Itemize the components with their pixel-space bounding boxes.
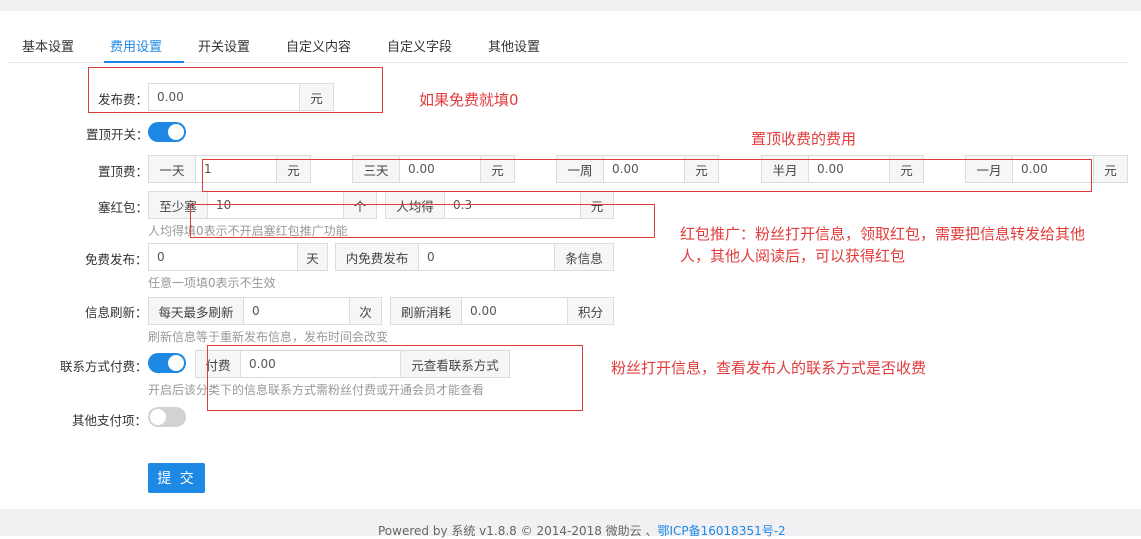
- red-packet-hint: 人均得填0表示不开启塞红包推广功能: [148, 224, 348, 238]
- refresh-daily-label: 每天最多刷新: [148, 297, 244, 325]
- red-packet-min-unit: 个: [343, 191, 377, 219]
- red-packet-avg-label: 人均得: [385, 191, 445, 219]
- other-pay-label: 其他支付项：: [72, 413, 148, 428]
- contact-pay-hint: 开启后该分类下的信息联系方式需粉丝付费或开通会员才能查看: [148, 383, 485, 397]
- toggle-knob: [168, 124, 184, 140]
- red-packet-min-label: 至少塞: [148, 191, 208, 219]
- publish-fee-label: 发布费：: [98, 92, 149, 107]
- top-fee-3day-input[interactable]: 0.00: [399, 155, 481, 183]
- tab-custom-fields[interactable]: 自定义字段: [387, 36, 452, 55]
- top-fee-day-label: 一天: [148, 155, 196, 183]
- red-packet-label: 塞红包：: [98, 200, 149, 215]
- contact-pay-fee-input[interactable]: 0.00: [240, 350, 401, 378]
- top-switch-label: 置顶开关：: [86, 127, 149, 142]
- active-tab-indicator: [104, 61, 184, 63]
- tab-basic[interactable]: 基本设置: [22, 36, 74, 55]
- top-fee-halfmonth-label: 半月: [761, 155, 809, 183]
- refresh-cost-input[interactable]: 0.00: [461, 297, 568, 325]
- top-fee-3day-label: 三天: [352, 155, 400, 183]
- free-publish-hint: 任意一项填0表示不生效: [148, 276, 276, 290]
- refresh-daily-input[interactable]: 0: [243, 297, 350, 325]
- top-fee-label: 置顶费：: [98, 164, 149, 179]
- publish-fee-unit: 元: [299, 83, 334, 111]
- settings-tabs: 基本设置 费用设置 开关设置 自定义内容 自定义字段 其他设置: [8, 28, 1128, 63]
- tab-switches[interactable]: 开关设置: [198, 36, 250, 55]
- top-fee-week-label: 一周: [556, 155, 604, 183]
- submit-button[interactable]: 提 交: [148, 463, 205, 493]
- publish-fee-input[interactable]: 0.00: [148, 83, 300, 111]
- toggle-knob: [150, 409, 166, 425]
- footer: Powered by 系统 v1.8.8 © 2014-2018 微助云 、鄂I…: [0, 509, 1141, 539]
- free-publish-inner-label: 内免费发布: [335, 243, 419, 271]
- top-fee-week-unit: 元: [684, 155, 719, 183]
- free-publish-count-input[interactable]: 0: [418, 243, 555, 271]
- top-fee-halfmonth-input[interactable]: 0.00: [808, 155, 890, 183]
- top-fee-month-input[interactable]: 0.00: [1012, 155, 1094, 183]
- top-fee-month-label: 一月: [965, 155, 1013, 183]
- refresh-hint: 刷新信息等于重新发布信息，发布时间会改变: [148, 330, 389, 344]
- annotation-red-line1: 红包推广：粉丝打开信息，领取红包，需要把信息转发给其他: [680, 225, 1086, 243]
- annotation-contact: 粉丝打开信息，查看发布人的联系方式是否收费: [611, 359, 927, 377]
- annotation-red-line2: 人，其他人阅读后，可以获得红包: [680, 247, 906, 265]
- contact-pay-fee-label: 付费: [195, 350, 241, 378]
- red-packet-min-input[interactable]: 10: [207, 191, 344, 219]
- contact-pay-toggle[interactable]: [148, 353, 186, 373]
- tab-other[interactable]: 其他设置: [488, 36, 540, 55]
- free-publish-days-input[interactable]: 0: [148, 243, 298, 271]
- free-publish-days-unit: 天: [297, 243, 328, 271]
- refresh-cost-unit: 积分: [567, 297, 614, 325]
- red-packet-avg-input[interactable]: 0.3: [444, 191, 581, 219]
- top-fee-month-unit: 元: [1093, 155, 1128, 183]
- top-bar: [0, 0, 1141, 11]
- other-pay-toggle[interactable]: [148, 407, 186, 427]
- free-publish-count-unit: 条信息: [554, 243, 614, 271]
- top-fee-day-unit: 元: [276, 155, 311, 183]
- free-publish-label: 免费发布：: [85, 252, 148, 267]
- tab-custom-content[interactable]: 自定义内容: [286, 36, 351, 55]
- refresh-daily-unit: 次: [349, 297, 382, 325]
- top-fee-day-input[interactable]: 1: [195, 155, 277, 183]
- annotation-free: 如果免费就填0: [419, 91, 519, 109]
- toggle-knob: [168, 355, 184, 371]
- top-fee-halfmonth-unit: 元: [889, 155, 924, 183]
- top-switch-toggle[interactable]: [148, 122, 186, 142]
- refresh-cost-label: 刷新消耗: [390, 297, 462, 325]
- top-fee-week-input[interactable]: 0.00: [603, 155, 685, 183]
- top-fee-3day-unit: 元: [480, 155, 515, 183]
- contact-pay-label: 联系方式付费：: [60, 359, 148, 374]
- tab-fees[interactable]: 费用设置: [110, 36, 162, 55]
- annotation-top: 置顶收费的费用: [751, 130, 857, 148]
- red-packet-avg-unit: 元: [580, 191, 614, 219]
- refresh-label: 信息刷新：: [85, 305, 148, 320]
- contact-pay-fee-unit: 元查看联系方式: [400, 350, 510, 378]
- footer-text: Powered by 系统 v1.8.8 © 2014-2018 微助云 、鄂I…: [378, 522, 786, 539]
